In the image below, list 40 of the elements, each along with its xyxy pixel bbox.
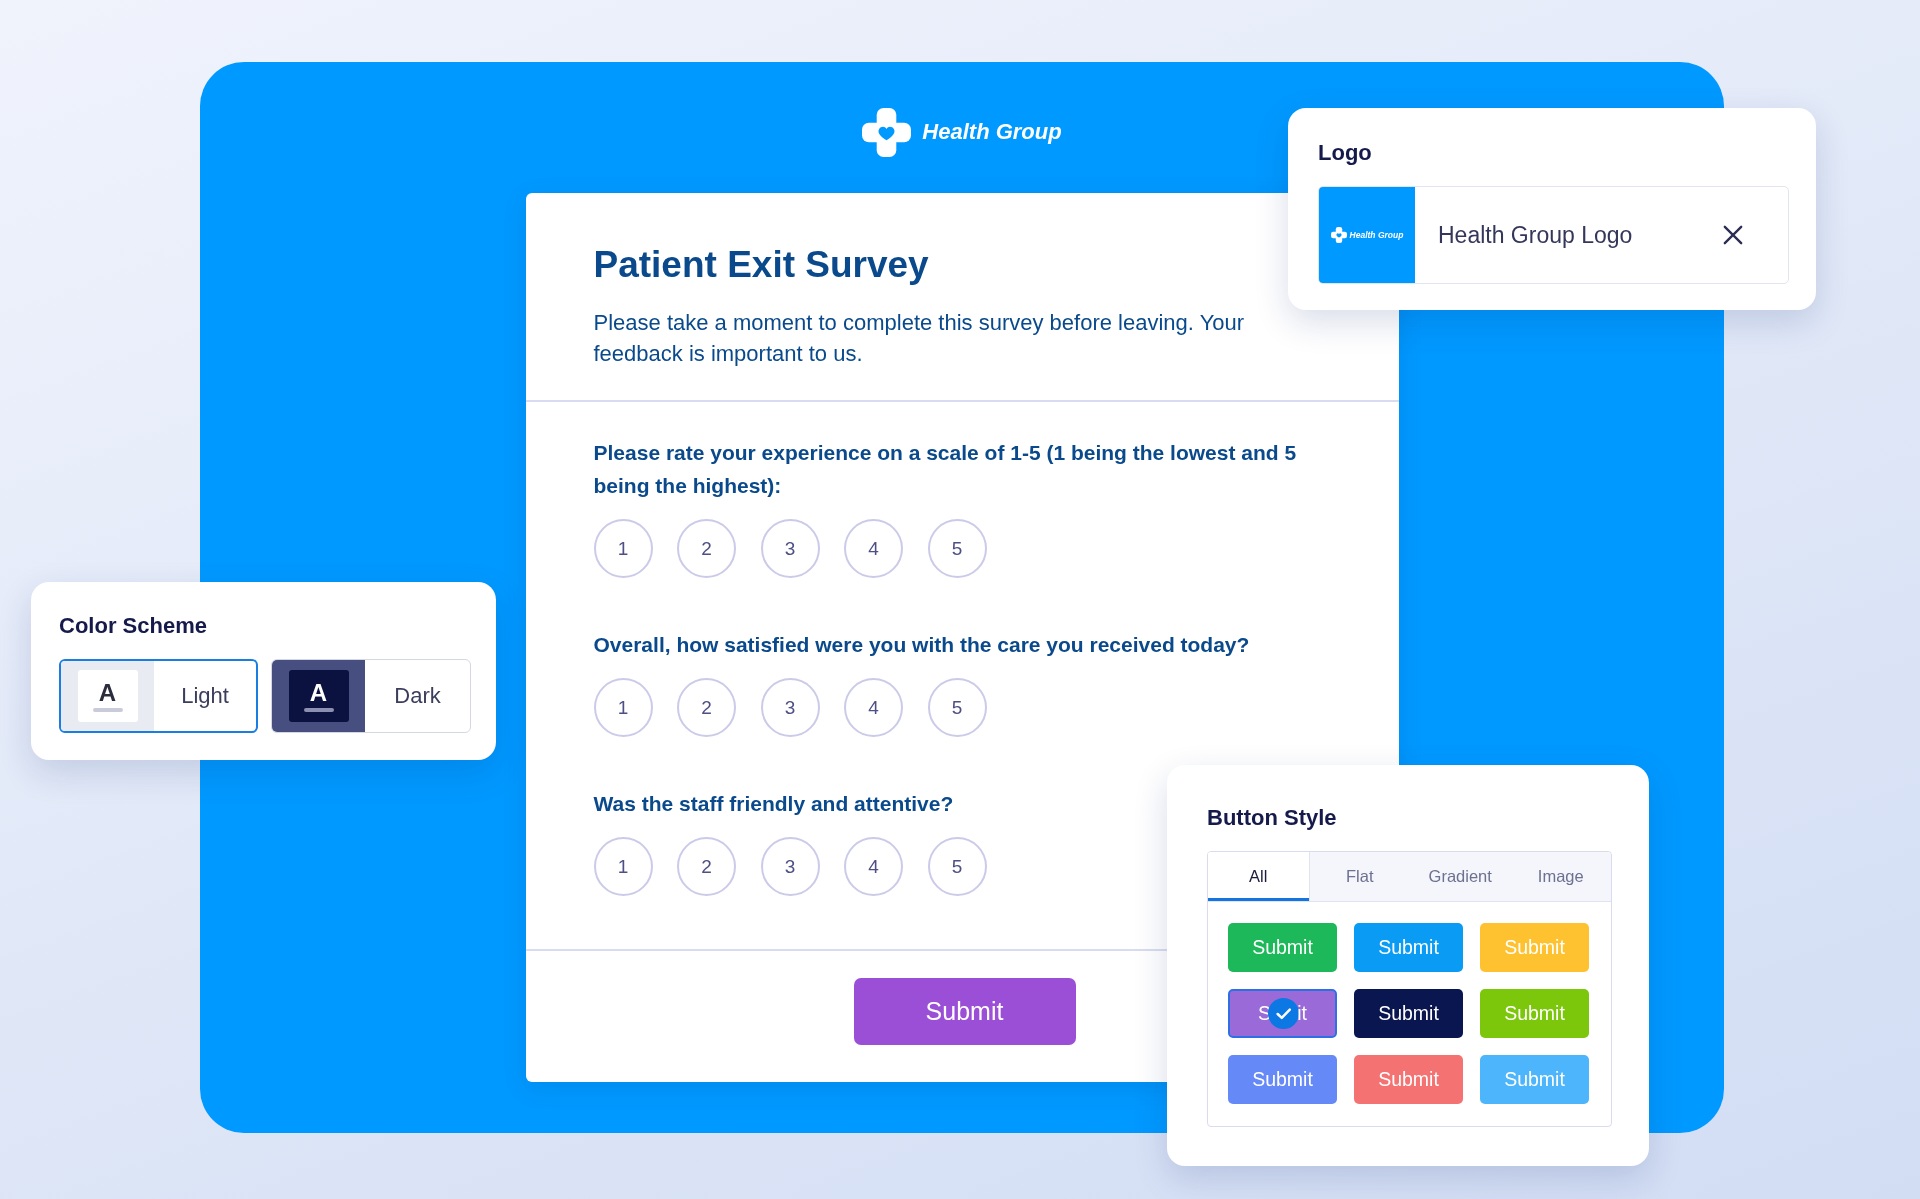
question-text: Was the staff friendly and attentive? bbox=[593, 791, 954, 817]
tab[interactable]: Flat bbox=[1309, 852, 1410, 901]
rating-option[interactable]: 5 bbox=[927, 678, 987, 737]
rating-option[interactable]: 1 bbox=[593, 678, 653, 737]
cross-heart-icon bbox=[862, 107, 912, 157]
survey-title: Patient Exit Survey bbox=[593, 243, 929, 287]
rating-option[interactable]: 5 bbox=[927, 837, 987, 896]
check-icon bbox=[1268, 998, 1300, 1029]
tab[interactable]: All bbox=[1208, 852, 1310, 901]
submit-button[interactable]: Submit bbox=[853, 978, 1076, 1045]
panel-title: Logo bbox=[1318, 140, 1372, 166]
rating-option[interactable]: 4 bbox=[844, 678, 903, 737]
style-option-button[interactable]: Submit bbox=[1354, 989, 1463, 1038]
rating-option[interactable]: 3 bbox=[760, 519, 820, 578]
rating-option[interactable]: 5 bbox=[927, 519, 987, 578]
rating-option[interactable]: 1 bbox=[593, 837, 653, 896]
rating-option[interactable]: 3 bbox=[760, 837, 820, 896]
question-text: Overall, how satisfied were you with the care you received today? bbox=[593, 632, 1250, 658]
cross-heart-icon bbox=[1330, 227, 1347, 243]
rating-option[interactable]: 2 bbox=[677, 837, 736, 896]
rating-option[interactable]: 3 bbox=[760, 678, 820, 737]
tab[interactable]: Gradient bbox=[1410, 852, 1511, 901]
file-name: Health Group Logo bbox=[1438, 221, 1633, 249]
survey-description: Please take a moment to complete this survey before leaving. Your feedback is important to us. bbox=[593, 309, 1246, 368]
rating-option[interactable]: 4 bbox=[844, 837, 903, 896]
close-icon[interactable] bbox=[1723, 225, 1743, 245]
color-scheme-option[interactable]: A Light bbox=[59, 659, 258, 733]
preview-tile: A bbox=[288, 670, 349, 722]
brand-name: Health Group bbox=[922, 119, 1062, 145]
rating-option[interactable]: 4 bbox=[844, 519, 903, 578]
rating-option[interactable]: 2 bbox=[677, 678, 736, 737]
panel-title: Color Scheme bbox=[59, 613, 207, 639]
color-scheme-option[interactable]: A Dark bbox=[271, 659, 471, 733]
question-text: Please rate your experience on a scale of 1-5 (1 being the lowest and 5 being the highest): bbox=[593, 440, 1298, 499]
rating-option[interactable]: 1 bbox=[593, 519, 653, 578]
panel-title: Button Style bbox=[1207, 805, 1337, 831]
thumbnail-brand-name: Health Group bbox=[1349, 230, 1404, 240]
rating-option[interactable]: 2 bbox=[677, 519, 736, 578]
tab[interactable]: Image bbox=[1510, 852, 1611, 901]
preview-tile: A bbox=[77, 670, 138, 722]
